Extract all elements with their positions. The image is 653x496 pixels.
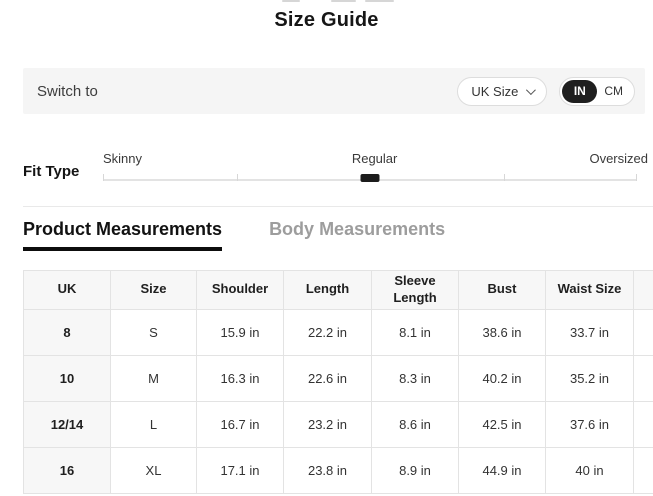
fit-type-slider-track[interactable] bbox=[103, 179, 637, 181]
cell-bust: 42.5 in bbox=[459, 401, 546, 447]
section-divider bbox=[23, 206, 653, 207]
col-header-waist-size: Waist Size bbox=[546, 271, 634, 310]
cell-uk: 12/14 bbox=[24, 401, 111, 447]
col-header-uk: UK bbox=[24, 271, 111, 310]
fit-type-label: Fit Type bbox=[23, 163, 79, 180]
switch-to-label: Switch to bbox=[37, 83, 98, 100]
col-header-sleeve-length: Sleeve Length bbox=[372, 271, 459, 310]
col-header-length: Length bbox=[284, 271, 372, 310]
cell-shoulder: 17.1 in bbox=[197, 447, 284, 493]
cell-sleeve-length: 8.9 in bbox=[372, 447, 459, 493]
clipped-text-artifact bbox=[331, 0, 356, 2]
col-header-clipped bbox=[634, 271, 653, 310]
col-header-bust: Bust bbox=[459, 271, 546, 310]
cell-clipped bbox=[634, 447, 653, 493]
fit-type-option-labels: Skinny Regular Oversized bbox=[103, 151, 648, 166]
fit-option-skinny[interactable]: Skinny bbox=[103, 151, 142, 166]
switch-controls: UK Size IN CM bbox=[457, 77, 635, 106]
cell-size: M bbox=[111, 355, 197, 401]
table-row: 10 M 16.3 in 22.6 in 8.3 in 40.2 in 35.2… bbox=[24, 355, 653, 401]
size-table-container: UK Size Shoulder Length Sleeve Length Bu… bbox=[23, 270, 653, 496]
cell-length: 22.6 in bbox=[284, 355, 372, 401]
cell-uk: 10 bbox=[24, 355, 111, 401]
cell-bust: 38.6 in bbox=[459, 309, 546, 355]
size-table: UK Size Shoulder Length Sleeve Length Bu… bbox=[23, 270, 653, 494]
tab-product-measurements[interactable]: Product Measurements bbox=[23, 219, 222, 251]
slider-tick bbox=[504, 174, 505, 181]
cell-sleeve-length: 8.1 in bbox=[372, 309, 459, 355]
switch-to-bar: Switch to UK Size IN CM bbox=[23, 68, 645, 114]
clipped-text-artifact bbox=[282, 0, 300, 2]
cell-shoulder: 15.9 in bbox=[197, 309, 284, 355]
col-header-shoulder: Shoulder bbox=[197, 271, 284, 310]
table-row: 8 S 15.9 in 22.2 in 8.1 in 38.6 in 33.7 … bbox=[24, 309, 653, 355]
cell-waist-size: 40 in bbox=[546, 447, 634, 493]
cell-uk: 8 bbox=[24, 309, 111, 355]
cell-sleeve-length: 8.3 in bbox=[372, 355, 459, 401]
cell-clipped bbox=[634, 401, 653, 447]
slider-tick bbox=[636, 174, 637, 181]
unit-option-in[interactable]: IN bbox=[562, 80, 597, 103]
cell-shoulder: 16.7 in bbox=[197, 401, 284, 447]
slider-tick bbox=[237, 174, 238, 181]
table-header-row: UK Size Shoulder Length Sleeve Length Bu… bbox=[24, 271, 653, 310]
cell-clipped bbox=[634, 309, 653, 355]
cell-sleeve-length: 8.6 in bbox=[372, 401, 459, 447]
tab-body-measurements[interactable]: Body Measurements bbox=[269, 219, 445, 240]
cell-bust: 40.2 in bbox=[459, 355, 546, 401]
fit-type-slider-handle[interactable] bbox=[361, 174, 380, 182]
cell-clipped bbox=[634, 355, 653, 401]
cell-waist-size: 35.2 in bbox=[546, 355, 634, 401]
page-title: Size Guide bbox=[0, 9, 653, 32]
cell-waist-size: 33.7 in bbox=[546, 309, 634, 355]
chevron-down-icon bbox=[526, 85, 536, 95]
cell-size: S bbox=[111, 309, 197, 355]
cell-size: XL bbox=[111, 447, 197, 493]
unit-option-cm[interactable]: CM bbox=[597, 80, 632, 103]
cell-waist-size: 37.6 in bbox=[546, 401, 634, 447]
col-header-size: Size bbox=[111, 271, 197, 310]
cell-length: 23.8 in bbox=[284, 447, 372, 493]
cell-uk: 16 bbox=[24, 447, 111, 493]
table-row: 12/14 L 16.7 in 23.2 in 8.6 in 42.5 in 3… bbox=[24, 401, 653, 447]
cell-length: 23.2 in bbox=[284, 401, 372, 447]
cell-bust: 44.9 in bbox=[459, 447, 546, 493]
measurement-tabs: Product Measurements Body Measurements bbox=[23, 219, 445, 251]
cell-size: L bbox=[111, 401, 197, 447]
cell-length: 22.2 in bbox=[284, 309, 372, 355]
clipped-text-artifact bbox=[365, 0, 394, 2]
fit-option-oversized[interactable]: Oversized bbox=[589, 151, 648, 166]
slider-tick bbox=[103, 174, 104, 181]
size-standard-dropdown[interactable]: UK Size bbox=[457, 77, 547, 106]
cell-shoulder: 16.3 in bbox=[197, 355, 284, 401]
fit-option-regular[interactable]: Regular bbox=[352, 151, 398, 166]
unit-toggle[interactable]: IN CM bbox=[559, 77, 635, 106]
table-row: 16 XL 17.1 in 23.8 in 8.9 in 44.9 in 40 … bbox=[24, 447, 653, 493]
size-standard-value: UK Size bbox=[471, 84, 518, 99]
